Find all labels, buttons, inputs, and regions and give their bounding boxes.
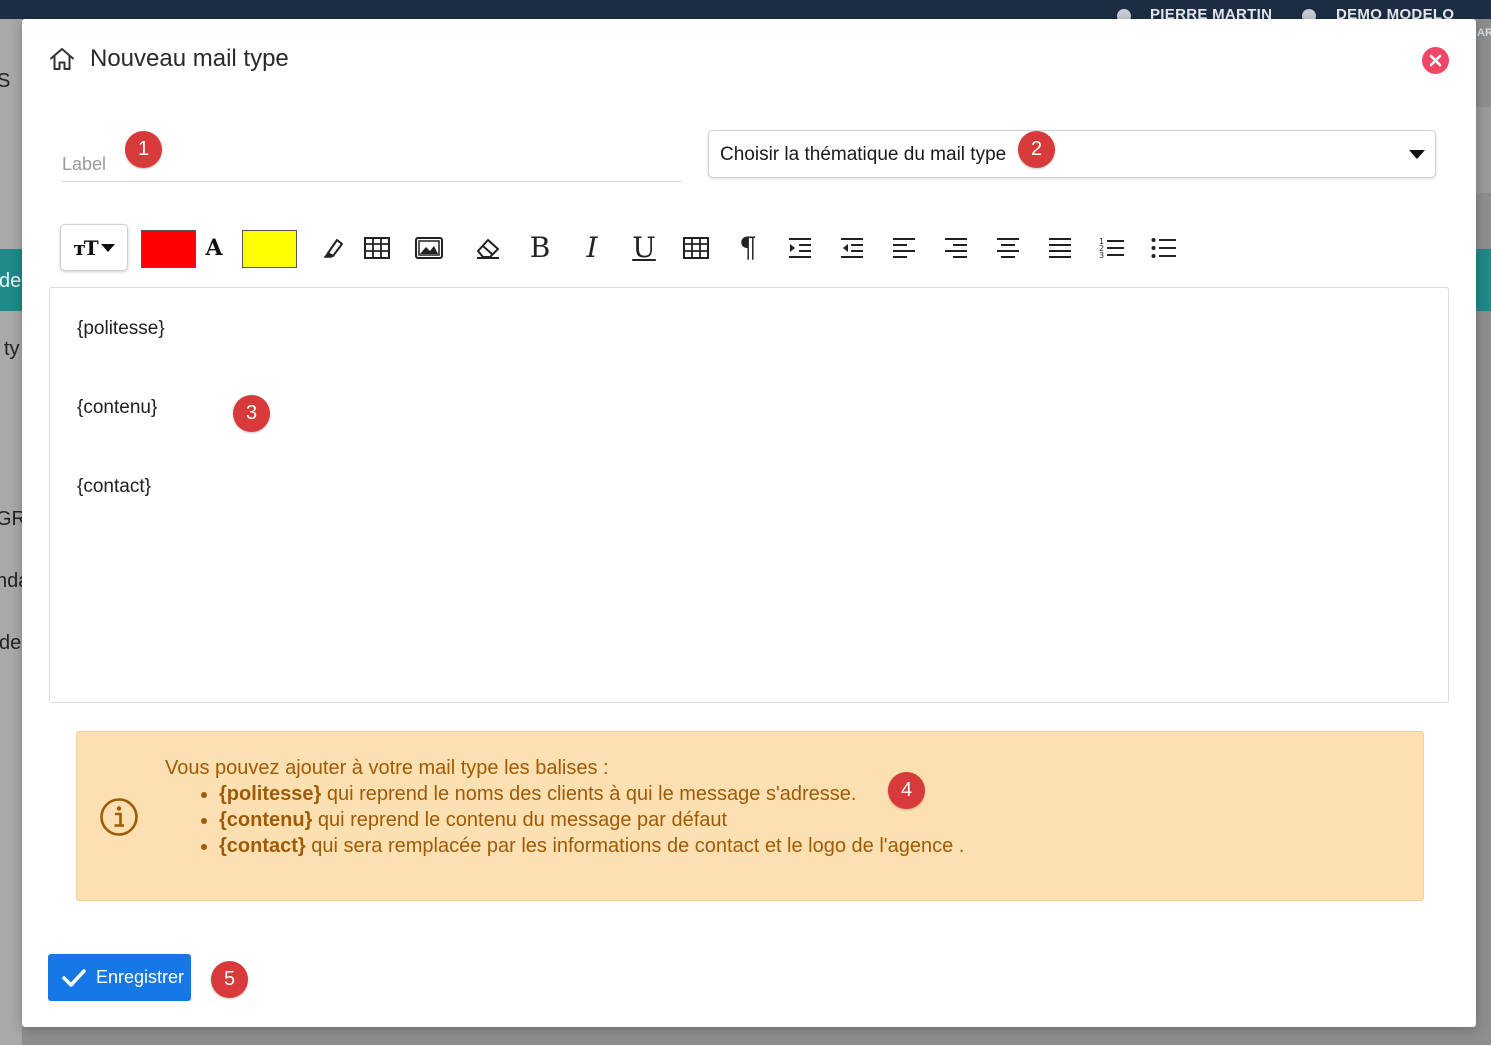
step-badge-5: 5 <box>211 961 248 998</box>
insert-table-button[interactable] <box>679 231 713 265</box>
caret-down-icon <box>1409 150 1425 159</box>
highlight-color-swatch[interactable] <box>242 230 297 268</box>
indent-icon <box>789 238 811 258</box>
editor-line: {contenu} <box>77 397 158 418</box>
save-button-label: Enregistrer <box>96 967 185 987</box>
tag-name: {contact} <box>219 835 306 857</box>
bg-text-fragment: de <box>0 270 22 292</box>
align-right-button[interactable] <box>939 231 973 265</box>
mail-theme-select[interactable]: Choisir la thématique du mail type <box>708 130 1436 178</box>
step-badge-4: 4 <box>888 772 925 809</box>
editor-line: {contact} <box>77 476 151 497</box>
table-grid-icon <box>683 237 709 259</box>
editor-line: {politesse} <box>77 318 165 339</box>
close-icon <box>1429 54 1442 67</box>
image-icon <box>415 237 443 259</box>
paragraph-button[interactable]: ¶ <box>731 231 765 265</box>
table-icon <box>364 237 390 259</box>
list-item: {politesse} qui reprend le noms des clie… <box>219 781 964 807</box>
indent-button[interactable] <box>783 231 817 265</box>
font-size-icon: тT <box>73 235 98 260</box>
step-badge-3: 3 <box>233 395 270 432</box>
align-center-button[interactable] <box>991 231 1025 265</box>
italic-button[interactable]: I <box>575 231 609 265</box>
step-badge-1: 1 <box>125 131 162 168</box>
clear-format-button[interactable] <box>471 231 505 265</box>
list-item: {contenu} qui reprend le contenu du mess… <box>219 807 964 833</box>
new-mail-template-modal: Nouveau mail type 1 Choisir la thématiqu… <box>22 19 1476 1027</box>
outdent-icon <box>841 238 863 258</box>
font-color-button[interactable]: A <box>197 231 231 265</box>
tag-description: qui reprend le contenu du message par dé… <box>312 809 728 831</box>
font-color-swatch[interactable] <box>141 230 196 268</box>
align-right-icon <box>945 238 967 258</box>
bg-text-fragment: ty <box>4 338 20 360</box>
ordered-list-button[interactable]: 1 2 3 <box>1095 231 1129 265</box>
step-badge-2: 2 <box>1018 131 1055 168</box>
tags-info-box: Vous pouvez ajouter à votre mail type le… <box>76 731 1424 901</box>
underline-button[interactable]: U <box>627 231 661 265</box>
tag-name: {politesse} <box>219 783 322 805</box>
eraser-icon <box>477 239 499 259</box>
svg-text:3: 3 <box>1099 251 1104 260</box>
bg-text-fragment: S <box>0 70 11 92</box>
ordered-list-icon: 1 2 3 <box>1099 237 1124 260</box>
italic-icon: I <box>586 231 598 264</box>
align-justify-button[interactable] <box>1043 231 1077 265</box>
align-left-button[interactable] <box>887 231 921 265</box>
paragraph-icon: ¶ <box>739 231 757 264</box>
align-center-icon <box>997 238 1019 258</box>
check-icon <box>62 968 86 987</box>
app-sidebar <box>0 19 22 1045</box>
align-justify-icon <box>1049 238 1071 258</box>
bullet-list-icon <box>1151 238 1176 258</box>
app-teal-bar-right <box>1476 249 1491 311</box>
table-button[interactable] <box>360 231 394 265</box>
home-icon <box>50 48 74 70</box>
modal-title: Nouveau mail type <box>90 45 289 72</box>
modal-header: Nouveau mail type <box>48 45 289 73</box>
font-size-dropdown[interactable]: тT <box>60 224 128 271</box>
save-button[interactable]: Enregistrer <box>48 954 191 1001</box>
bg-text-fragment: AR <box>1477 27 1491 39</box>
close-button[interactable] <box>1422 47 1449 74</box>
highlight-button[interactable] <box>317 231 351 265</box>
font-color-icon: A <box>205 235 223 261</box>
tag-name: {contenu} <box>219 809 313 831</box>
unordered-list-button[interactable] <box>1147 231 1181 265</box>
info-tag-list: {politesse} qui reprend le noms des clie… <box>165 781 964 859</box>
align-left-icon <box>893 238 915 258</box>
caret-down-icon <box>100 243 115 252</box>
tag-description: qui sera remplacée par les informations … <box>305 835 965 857</box>
bold-icon: B <box>529 231 551 264</box>
app-topbar: PIERRE MARTIN DEMO MODELO <box>0 0 1491 23</box>
insert-image-button[interactable] <box>412 231 446 265</box>
mail-body-editor[interactable]: {politesse} {contenu} {contact} <box>49 287 1449 703</box>
outdent-button[interactable] <box>835 231 869 265</box>
list-item: {contact} qui sera remplacée par les inf… <box>219 833 964 859</box>
info-intro: Vous pouvez ajouter à votre mail type le… <box>165 757 609 779</box>
tag-description: qui reprend le noms des clients à qui le… <box>321 783 857 805</box>
bold-button[interactable]: B <box>523 231 557 265</box>
info-text: Vous pouvez ajouter à votre mail type le… <box>165 755 964 859</box>
underline-icon: U <box>632 231 656 264</box>
mail-theme-select-value: Choisir la thématique du mail type <box>720 144 1007 165</box>
highlighter-icon <box>323 239 343 258</box>
info-icon <box>100 798 138 836</box>
